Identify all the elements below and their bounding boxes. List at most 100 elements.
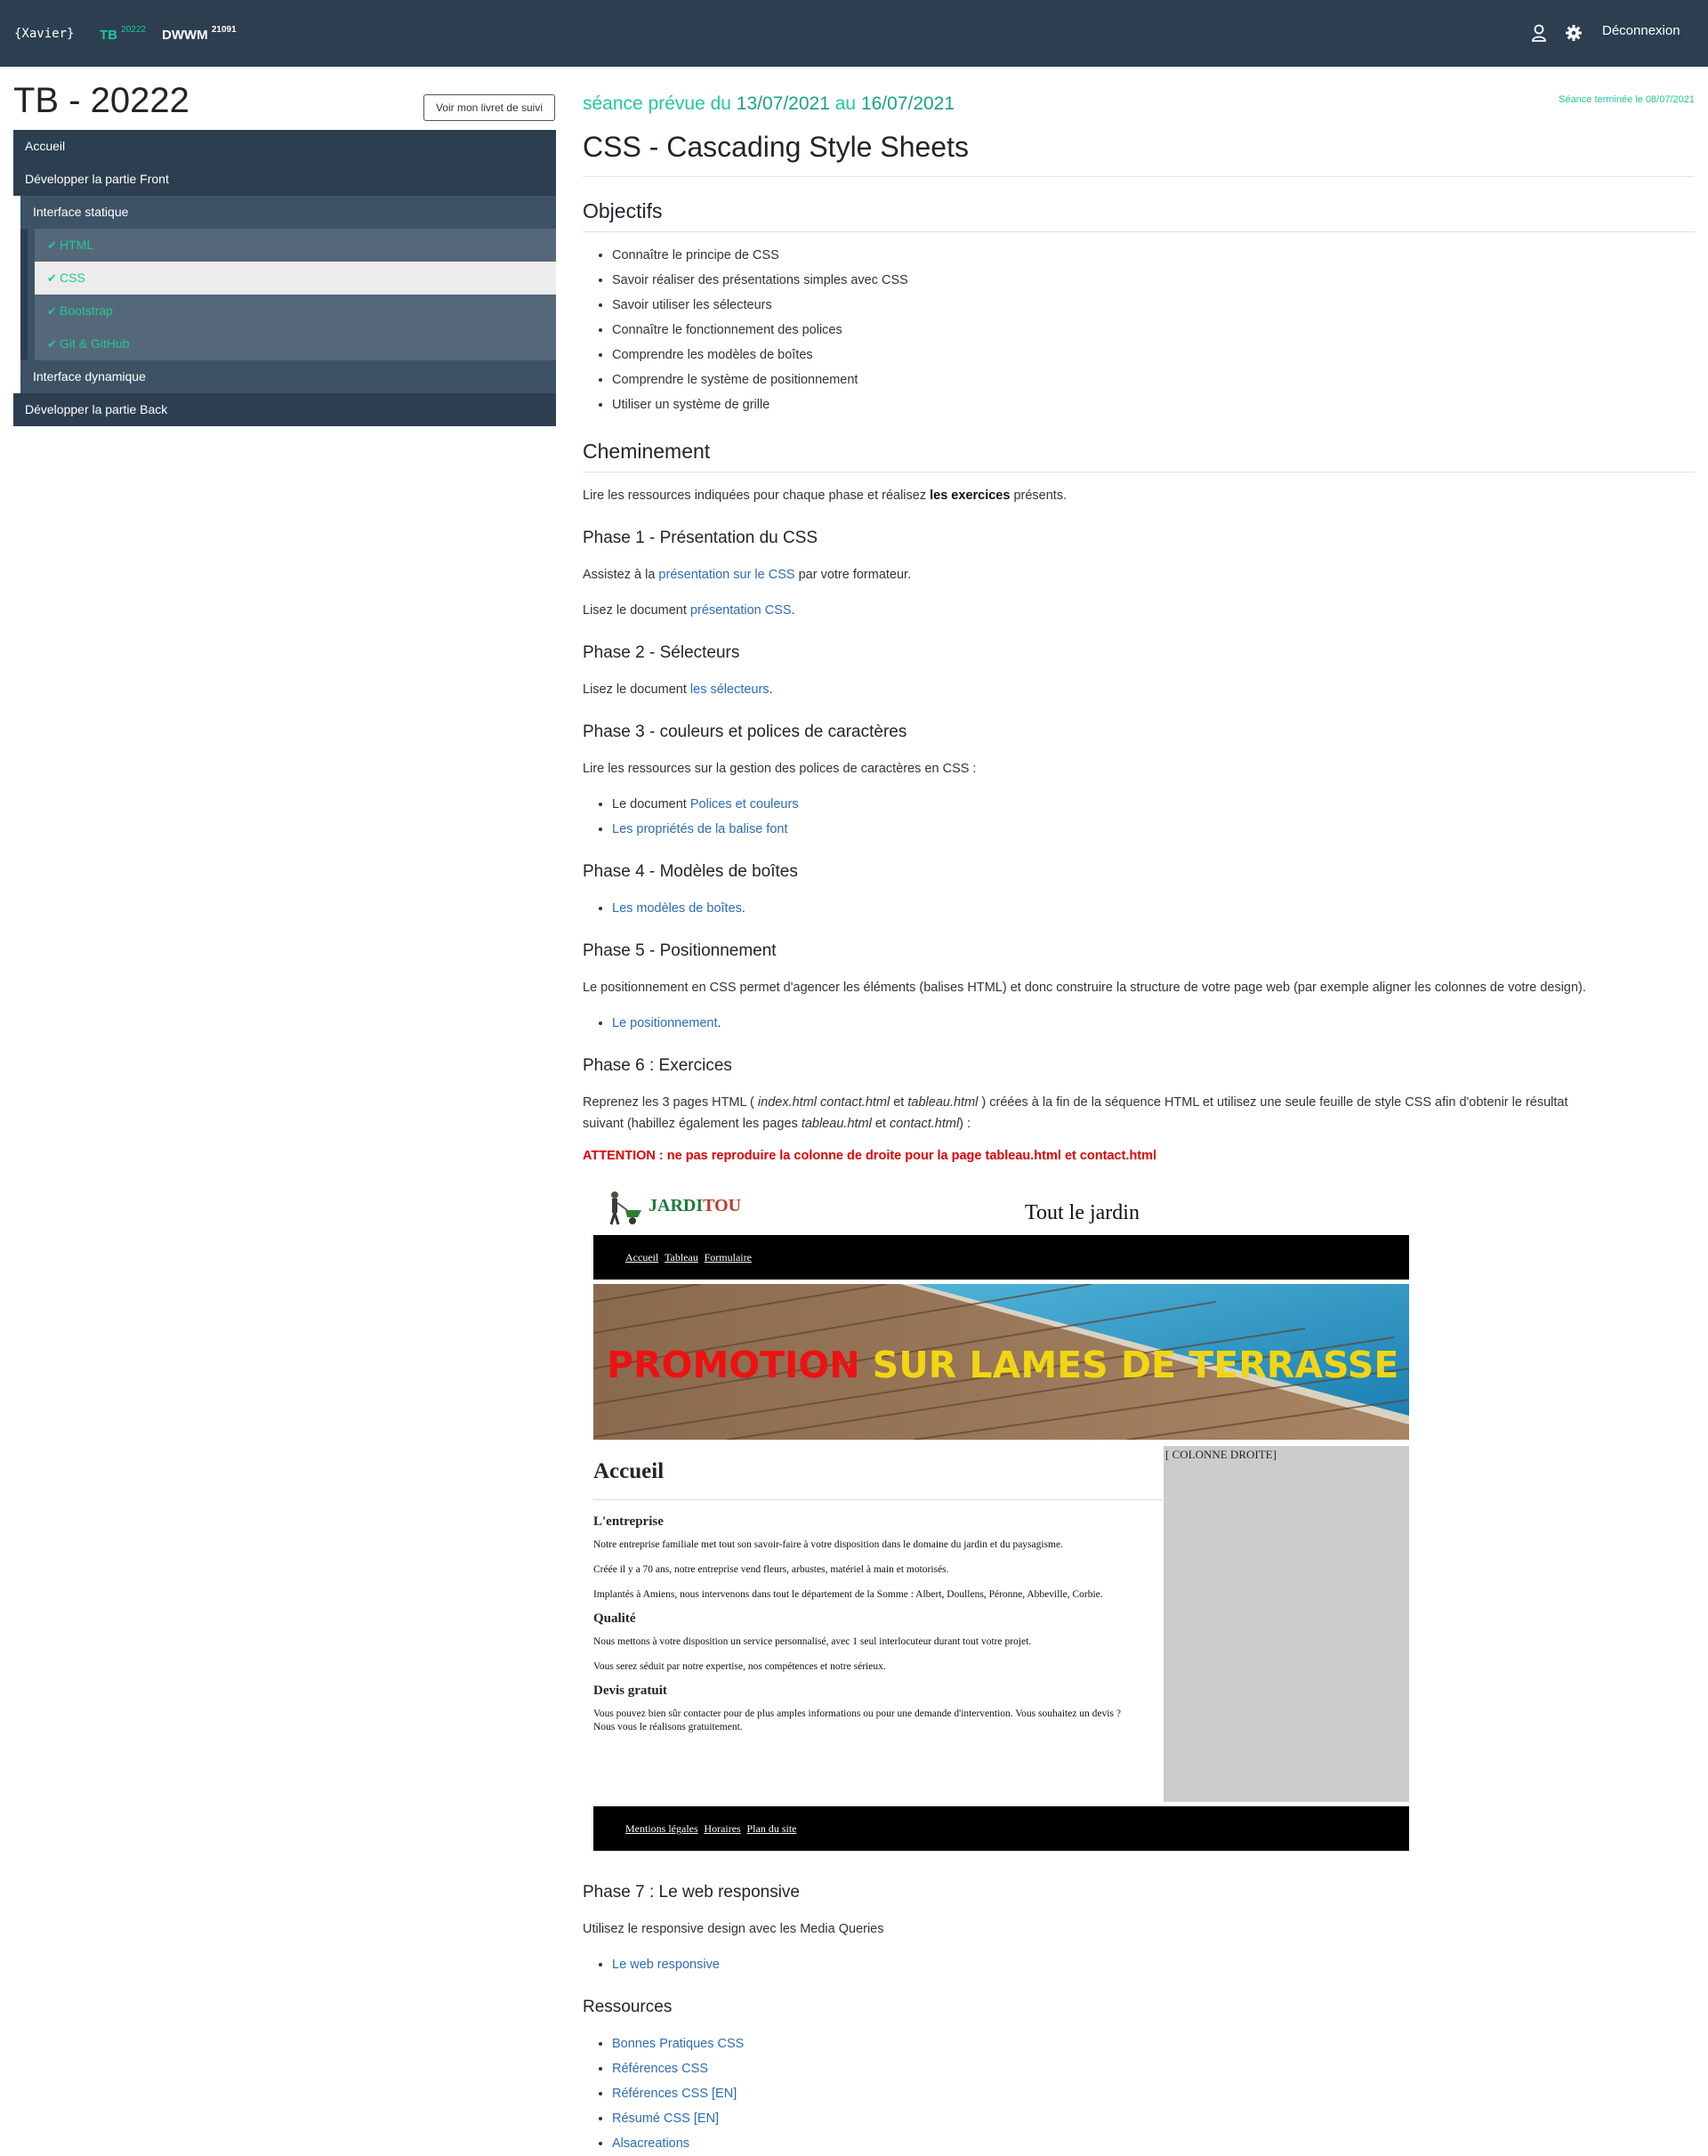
jarditou-logo: JARDITOU [649, 1196, 741, 1216]
phase3-text: Lire les ressources sur la gestion des p… [583, 762, 977, 776]
phase6-text-2: suivant (habillez également les pages ta… [583, 1113, 971, 1135]
jd-heading-qualite: Qualité [593, 1611, 636, 1626]
phase3-list: Le document Polices et couleurs Les prop… [612, 792, 799, 842]
sidebar-item-interface-statique[interactable]: Interface statique [20, 196, 556, 229]
nav-dwwm-number: 21091 [211, 25, 237, 35]
text-part: . [717, 1016, 721, 1030]
list-item: Savoir réaliser des présentations simple… [612, 268, 908, 293]
link-doc-presentation[interactable]: présentation CSS [690, 603, 792, 618]
link-presentation-css[interactable]: présentation sur le CSS [658, 568, 794, 582]
text-part: . [741, 901, 745, 916]
check-icon: ✔ [47, 304, 57, 318]
phase2-heading: Phase 2 - Sélecteurs [583, 643, 740, 662]
link-references-css[interactable]: Références CSS [612, 2062, 708, 2076]
sidebar-item-label: CSS [60, 271, 85, 285]
gear-icon[interactable] [1565, 23, 1583, 43]
text-part: Le document [612, 797, 690, 812]
sidebar-item-css[interactable]: ✔ CSS [28, 262, 556, 295]
top-navbar: {Xavier} TB 20222 DWWM 21091 Déconnexion [0, 0, 1708, 67]
text-part: présents. [1010, 489, 1068, 503]
nav-tb-link[interactable]: TB 20222 [100, 25, 146, 43]
link-balise-font[interactable]: Les propriétés de la balise font [612, 822, 788, 836]
ressources-list: Bonnes Pratiques CSS Références CSS Réfé… [612, 2031, 744, 2156]
jd-paragraph: Vous serez séduit par notre expertise, n… [593, 1661, 886, 1672]
text-part: et [871, 1117, 890, 1131]
user-icon[interactable] [1530, 23, 1548, 43]
jd-nav-accueil[interactable]: Accueil [625, 1251, 658, 1264]
sidebar-item-git[interactable]: ✔ Git & GitHub [28, 327, 556, 360]
sidebar-sub-group: ✔ HTML ✔ CSS ✔ Bootstrap ✔ Git & GitHub [20, 229, 556, 360]
jd-paragraph: Vous pouvez bien sûr contacter pour de p… [593, 1708, 1121, 1732]
attention-warning: ATTENTION : ne pas reproduire la colonne… [583, 1149, 1157, 1163]
promo-text: PROMOTION SUR LAMES DE TERRASSE [607, 1344, 1398, 1386]
promo-part-yellow: SUR LAMES DE TERRASSE [859, 1344, 1399, 1386]
phase1-text-2: Lisez le document présentation CSS. [583, 600, 795, 621]
jd-heading-entreprise: L'entreprise [593, 1514, 664, 1529]
text-part: Lisez le document [583, 682, 690, 697]
jd-footer-plan[interactable]: Plan du site [746, 1822, 796, 1835]
sidebar-item-interface-dynamique[interactable]: Interface dynamique [20, 360, 556, 393]
nav-tb-number: 20222 [121, 25, 146, 35]
objectifs-list: Connaître le principe de CSS Savoir réal… [612, 243, 908, 417]
sidebar-menu: Accueil Développer la partie Front Inter… [13, 130, 556, 426]
list-item: Bonnes Pratiques CSS [612, 2031, 744, 2056]
cheminement-heading: Cheminement [583, 440, 1695, 472]
link-alsacreations[interactable]: Alsacreations [612, 2136, 689, 2151]
sidebar-item-back[interactable]: Développer la partie Back [13, 393, 556, 426]
list-item: Le web responsive [612, 1952, 720, 1977]
check-icon: ✔ [47, 337, 57, 351]
jd-nav-tableau[interactable]: Tableau [665, 1251, 698, 1264]
jd-footer-horaires[interactable]: Horaires [704, 1822, 740, 1835]
list-item: Alsacreations [612, 2131, 744, 2156]
seance-prefix: séance prévue du [583, 93, 737, 114]
phase6-heading: Phase 6 : Exercices [583, 1056, 732, 1075]
text-bold: les exercices [930, 489, 1011, 503]
list-item: Comprendre le système de positionnement [612, 367, 908, 392]
link-positionnement[interactable]: Le positionnement [612, 1016, 718, 1030]
livret-button[interactable]: Voir mon livret de suivi [423, 94, 555, 121]
phase5-list: Le positionnement. [612, 1011, 721, 1036]
logo-part: JARDI [649, 1196, 704, 1215]
link-polices-couleurs[interactable]: Polices et couleurs [690, 797, 799, 812]
jd-footer-mentions[interactable]: Mentions légales [625, 1822, 698, 1835]
link-bonnes-pratiques[interactable]: Bonnes Pratiques CSS [612, 2037, 744, 2051]
text-part: Assistez à la [583, 568, 659, 582]
link-web-responsive[interactable]: Le web responsive [612, 1958, 720, 1972]
logout-link[interactable]: Déconnexion [1602, 23, 1680, 38]
phase5-heading: Phase 5 - Positionnement [583, 941, 777, 960]
check-icon: ✔ [47, 238, 57, 252]
link-resume-css-en[interactable]: Résumé CSS [EN] [612, 2112, 719, 2126]
list-item: Les modèles de boîtes. [612, 896, 745, 921]
list-item: Références CSS [612, 2056, 744, 2081]
phase7-text: Utilisez le responsive design avec les M… [583, 1922, 884, 1936]
check-icon: ✔ [47, 271, 57, 285]
seance-mid: au [829, 93, 861, 114]
link-modeles-boites[interactable]: Les modèles de boîtes [612, 901, 742, 916]
ressources-heading: Ressources [583, 1998, 673, 2016]
list-item: Le positionnement. [612, 1011, 721, 1036]
list-item: Utiliser un système de grille [612, 392, 908, 417]
phase6-text-1: Reprenez les 3 pages HTML ( index.html c… [583, 1092, 1568, 1113]
jd-nav-formulaire[interactable]: Formulaire [705, 1251, 752, 1264]
phase3-heading: Phase 3 - couleurs et polices de caractè… [583, 723, 907, 741]
list-item: Les propriétés de la balise font [612, 817, 799, 842]
phase1-text-1: Assistez à la présentation sur le CSS pa… [583, 564, 911, 585]
text-part: Reprenez les 3 pages HTML ( [583, 1095, 758, 1110]
text-part: ) : [959, 1117, 971, 1131]
jd-paragraph: Créée il y a 70 ans, notre entreprise ve… [593, 1564, 949, 1575]
sidebar-item-bootstrap[interactable]: ✔ Bootstrap [28, 295, 556, 327]
link-selecteurs[interactable]: les sélecteurs [690, 682, 769, 697]
date-start: 13/07/2021 [736, 93, 830, 114]
sidebar-item-accueil[interactable]: Accueil [13, 130, 556, 163]
sidebar-item-front[interactable]: Développer la partie Front [13, 163, 556, 196]
brand-logo[interactable]: {Xavier} [14, 27, 74, 41]
phase7-heading: Phase 7 : Le web responsive [583, 1883, 800, 1902]
phase4-list: Les modèles de boîtes. [612, 896, 745, 921]
jd-paragraph: Implantés à Amiens, nous intervenons dan… [593, 1589, 1103, 1600]
sidebar-item-html[interactable]: ✔ HTML [28, 229, 556, 262]
seance-dates: séance prévue du 13/07/2021 au 16/07/202… [583, 93, 955, 115]
jarditou-preview: JARDITOU Tout le jardin Accueil Tableau … [593, 1183, 1412, 1851]
nav-dwwm-link[interactable]: DWWM 21091 [162, 25, 237, 43]
link-references-css-en[interactable]: Références CSS [EN] [612, 2087, 737, 2101]
text-italic: tableau.html [907, 1095, 979, 1110]
